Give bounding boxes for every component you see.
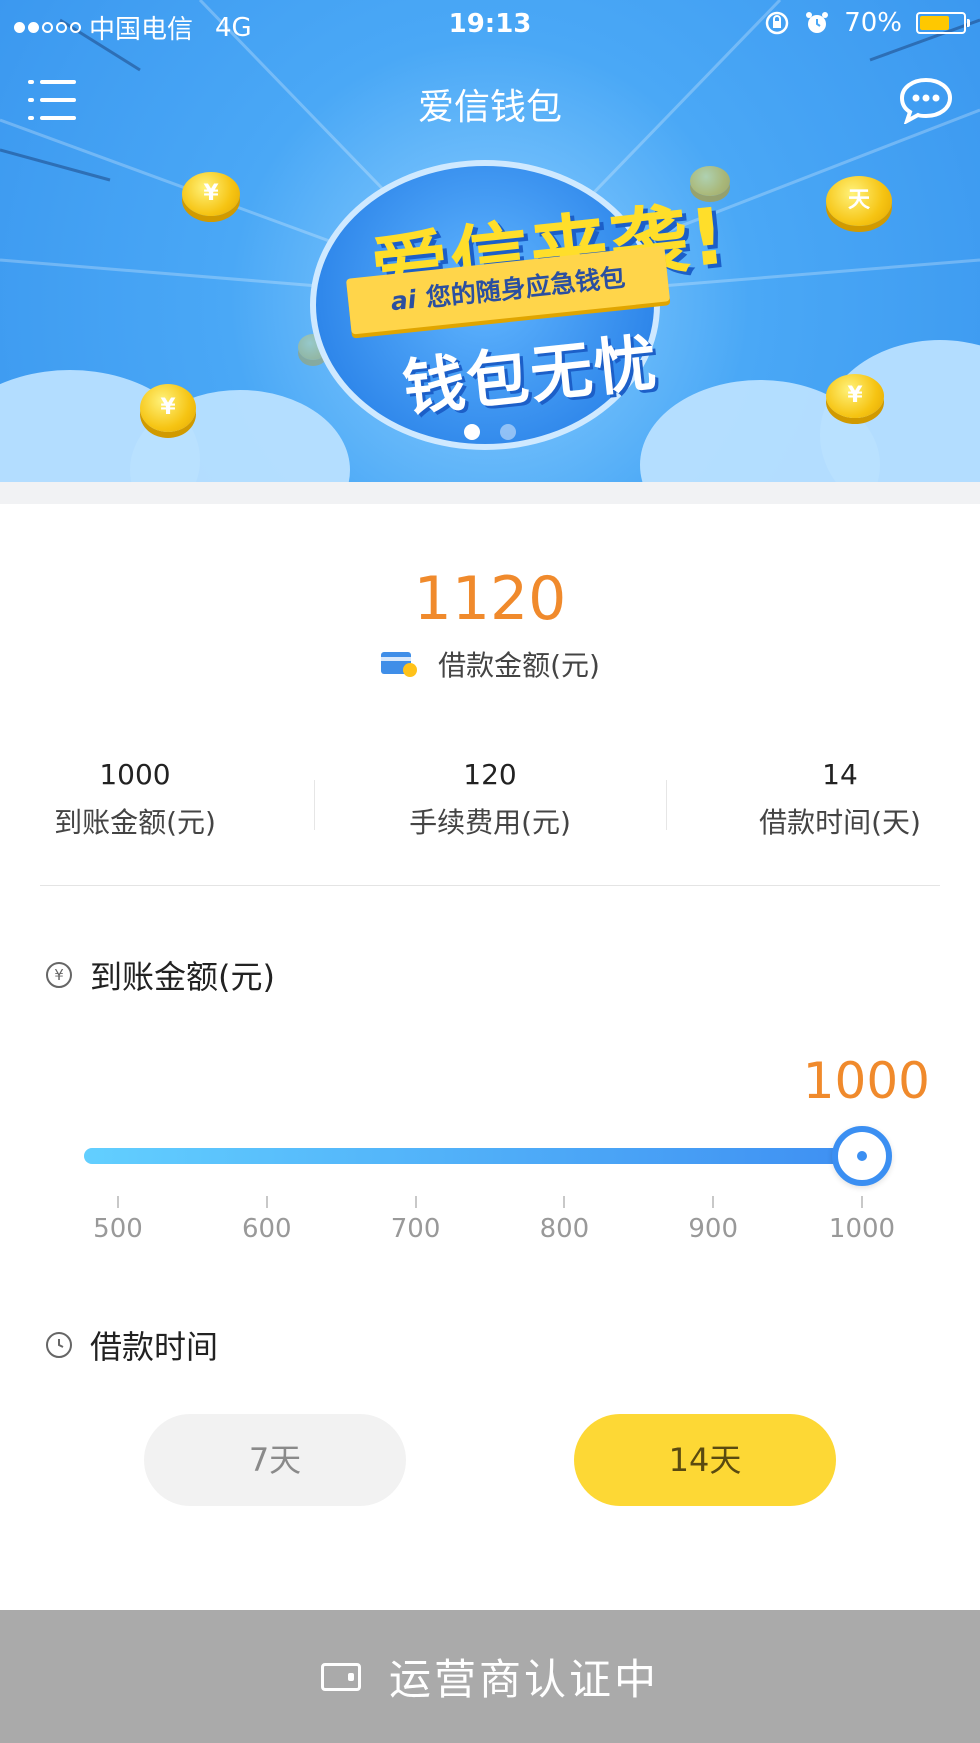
- stat-divider: [666, 780, 667, 830]
- coin-decoration: ¥: [140, 384, 196, 432]
- term-section-label: 借款时间: [90, 1328, 219, 1366]
- divider: [40, 885, 940, 886]
- ribbon-text: 您的随身应急钱包: [424, 262, 627, 313]
- slider-tick-label: 900: [688, 1214, 738, 1244]
- stat-fee: 120 手续费用(元): [380, 758, 600, 841]
- stat-term: 14 借款时间(天): [740, 758, 940, 841]
- coin-decoration: ¥: [826, 374, 884, 418]
- card-coin-icon: [380, 650, 418, 678]
- chat-bubble-icon[interactable]: [898, 76, 954, 126]
- alarm-icon: [806, 12, 829, 33]
- coin-decoration: 天: [826, 176, 892, 226]
- amount-slider-track[interactable]: [84, 1148, 870, 1164]
- slider-current-value: 1000: [802, 1052, 930, 1110]
- carousel-dot-2[interactable]: [500, 424, 516, 440]
- clock-icon: [46, 1332, 72, 1358]
- stat-value: 1000: [99, 758, 171, 791]
- term-option-7-days[interactable]: 7天: [144, 1414, 406, 1506]
- amount-slider-fill: [84, 1148, 862, 1164]
- term-option-14-days[interactable]: 14天: [574, 1414, 836, 1506]
- stat-label: 借款时间(天): [759, 806, 921, 839]
- stat-label: 手续费用(元): [409, 806, 571, 839]
- carrier-verify-button[interactable]: 运营商认证中: [0, 1610, 980, 1743]
- loan-stats: 1000 到账金额(元) 120 手续费用(元) 14 借款时间(天): [40, 758, 940, 858]
- loan-total-label: 借款金额(元): [438, 649, 600, 682]
- stat-divider: [314, 780, 315, 830]
- amount-section-title: ¥ 到账金额(元): [46, 952, 275, 998]
- status-bar: 中国电信 4G 19:13 70%: [0, 0, 980, 50]
- slider-tick-mark: [712, 1196, 715, 1208]
- loan-total-amount: 1120: [413, 564, 567, 634]
- amount-section-label: 到账金额(元): [90, 958, 275, 996]
- term-section-title: 借款时间: [46, 1322, 218, 1368]
- slider-tick-label: 600: [241, 1214, 292, 1244]
- slider-tick-label: 800: [539, 1214, 590, 1244]
- slider-tick-mark: [563, 1196, 566, 1208]
- slider-tick-mark: [265, 1196, 268, 1208]
- amount-slider-thumb[interactable]: [832, 1126, 892, 1186]
- slider-tick-label: 500: [93, 1214, 143, 1244]
- stat-label: 到账金额(元): [54, 806, 216, 839]
- battery-percent: 70%: [844, 8, 902, 38]
- slider-tick-label: 1000: [828, 1214, 896, 1244]
- stat-received: 1000 到账金额(元): [40, 758, 230, 841]
- carrier-verify-label: 运营商认证中: [388, 1655, 659, 1704]
- wallet-icon: [320, 1662, 361, 1691]
- page-title: 爱信钱包: [417, 87, 562, 128]
- slider-tick-mark: [861, 1196, 863, 1208]
- yuan-circle-icon: ¥: [46, 962, 72, 988]
- coin-decoration: ¥: [182, 172, 240, 216]
- battery-icon: [916, 12, 970, 34]
- slider-tick-label: 700: [390, 1214, 441, 1244]
- banner-carousel[interactable]: ¥ 天 ¥ ¥ 爱信来袭! ai 您的随身应急钱包 钱包无忧 爱信钱包: [0, 0, 980, 482]
- rotation-lock-icon: [765, 11, 789, 35]
- stat-value: 120: [463, 758, 517, 791]
- stat-value: 14: [822, 758, 858, 791]
- carousel-dot-1[interactable]: [464, 424, 480, 440]
- section-divider: [0, 482, 980, 504]
- slider-tick-mark: [117, 1196, 119, 1208]
- status-right: 70%: [764, 8, 970, 38]
- loan-total-label-row: 借款金额(元): [0, 644, 980, 684]
- slider-tick-mark: [414, 1196, 417, 1208]
- ribbon-logo: ai: [389, 284, 418, 317]
